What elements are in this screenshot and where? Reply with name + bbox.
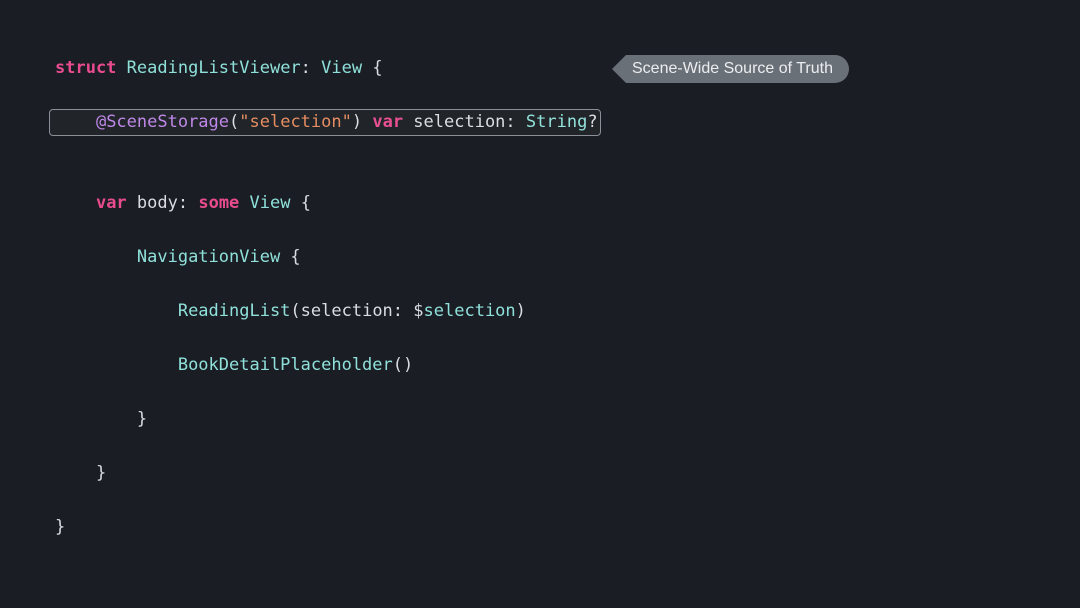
code-line-7: BookDetailPlaceholder() xyxy=(55,352,598,379)
keyword-struct: struct xyxy=(55,58,116,78)
type-string: String xyxy=(516,112,588,132)
code-line-5: NavigationView { xyxy=(55,244,598,271)
attribute: @SceneStorage xyxy=(96,112,229,132)
code-line-9: } xyxy=(55,460,598,487)
keyword-var: var xyxy=(362,112,403,132)
keyword-var: var xyxy=(96,193,127,213)
protocol-name: View xyxy=(311,58,362,78)
type-name: ReadingListViewer xyxy=(127,58,301,78)
callout-label: Scene-Wide Source of Truth xyxy=(626,55,849,83)
code-line-10: } xyxy=(55,514,598,541)
code-line-1: struct ReadingListViewer: View { xyxy=(55,55,598,82)
string-literal: "selection" xyxy=(239,112,352,132)
code-line-6: ReadingList(selection: $selection) xyxy=(55,298,598,325)
type-view: View xyxy=(239,193,290,213)
code-block: struct ReadingListViewer: View { @SceneS… xyxy=(55,28,598,568)
callout-arrow-icon xyxy=(612,55,626,83)
keyword-some: some xyxy=(188,193,239,213)
code-line-8: } xyxy=(55,406,598,433)
var-name: selection xyxy=(403,112,505,132)
property-body: body xyxy=(127,193,178,213)
code-line-2-highlighted: @SceneStorage("selection") var selection… xyxy=(55,109,598,136)
call-navigationview: NavigationView xyxy=(137,247,280,267)
annotation-callout: Scene-Wide Source of Truth xyxy=(612,55,849,83)
arg-label: selection xyxy=(301,301,393,321)
call-placeholder: BookDetailPlaceholder xyxy=(178,355,393,375)
call-readinglist: ReadingList xyxy=(178,301,291,321)
binding-selection: selection xyxy=(424,301,516,321)
code-line-4: var body: some View { xyxy=(55,190,598,217)
